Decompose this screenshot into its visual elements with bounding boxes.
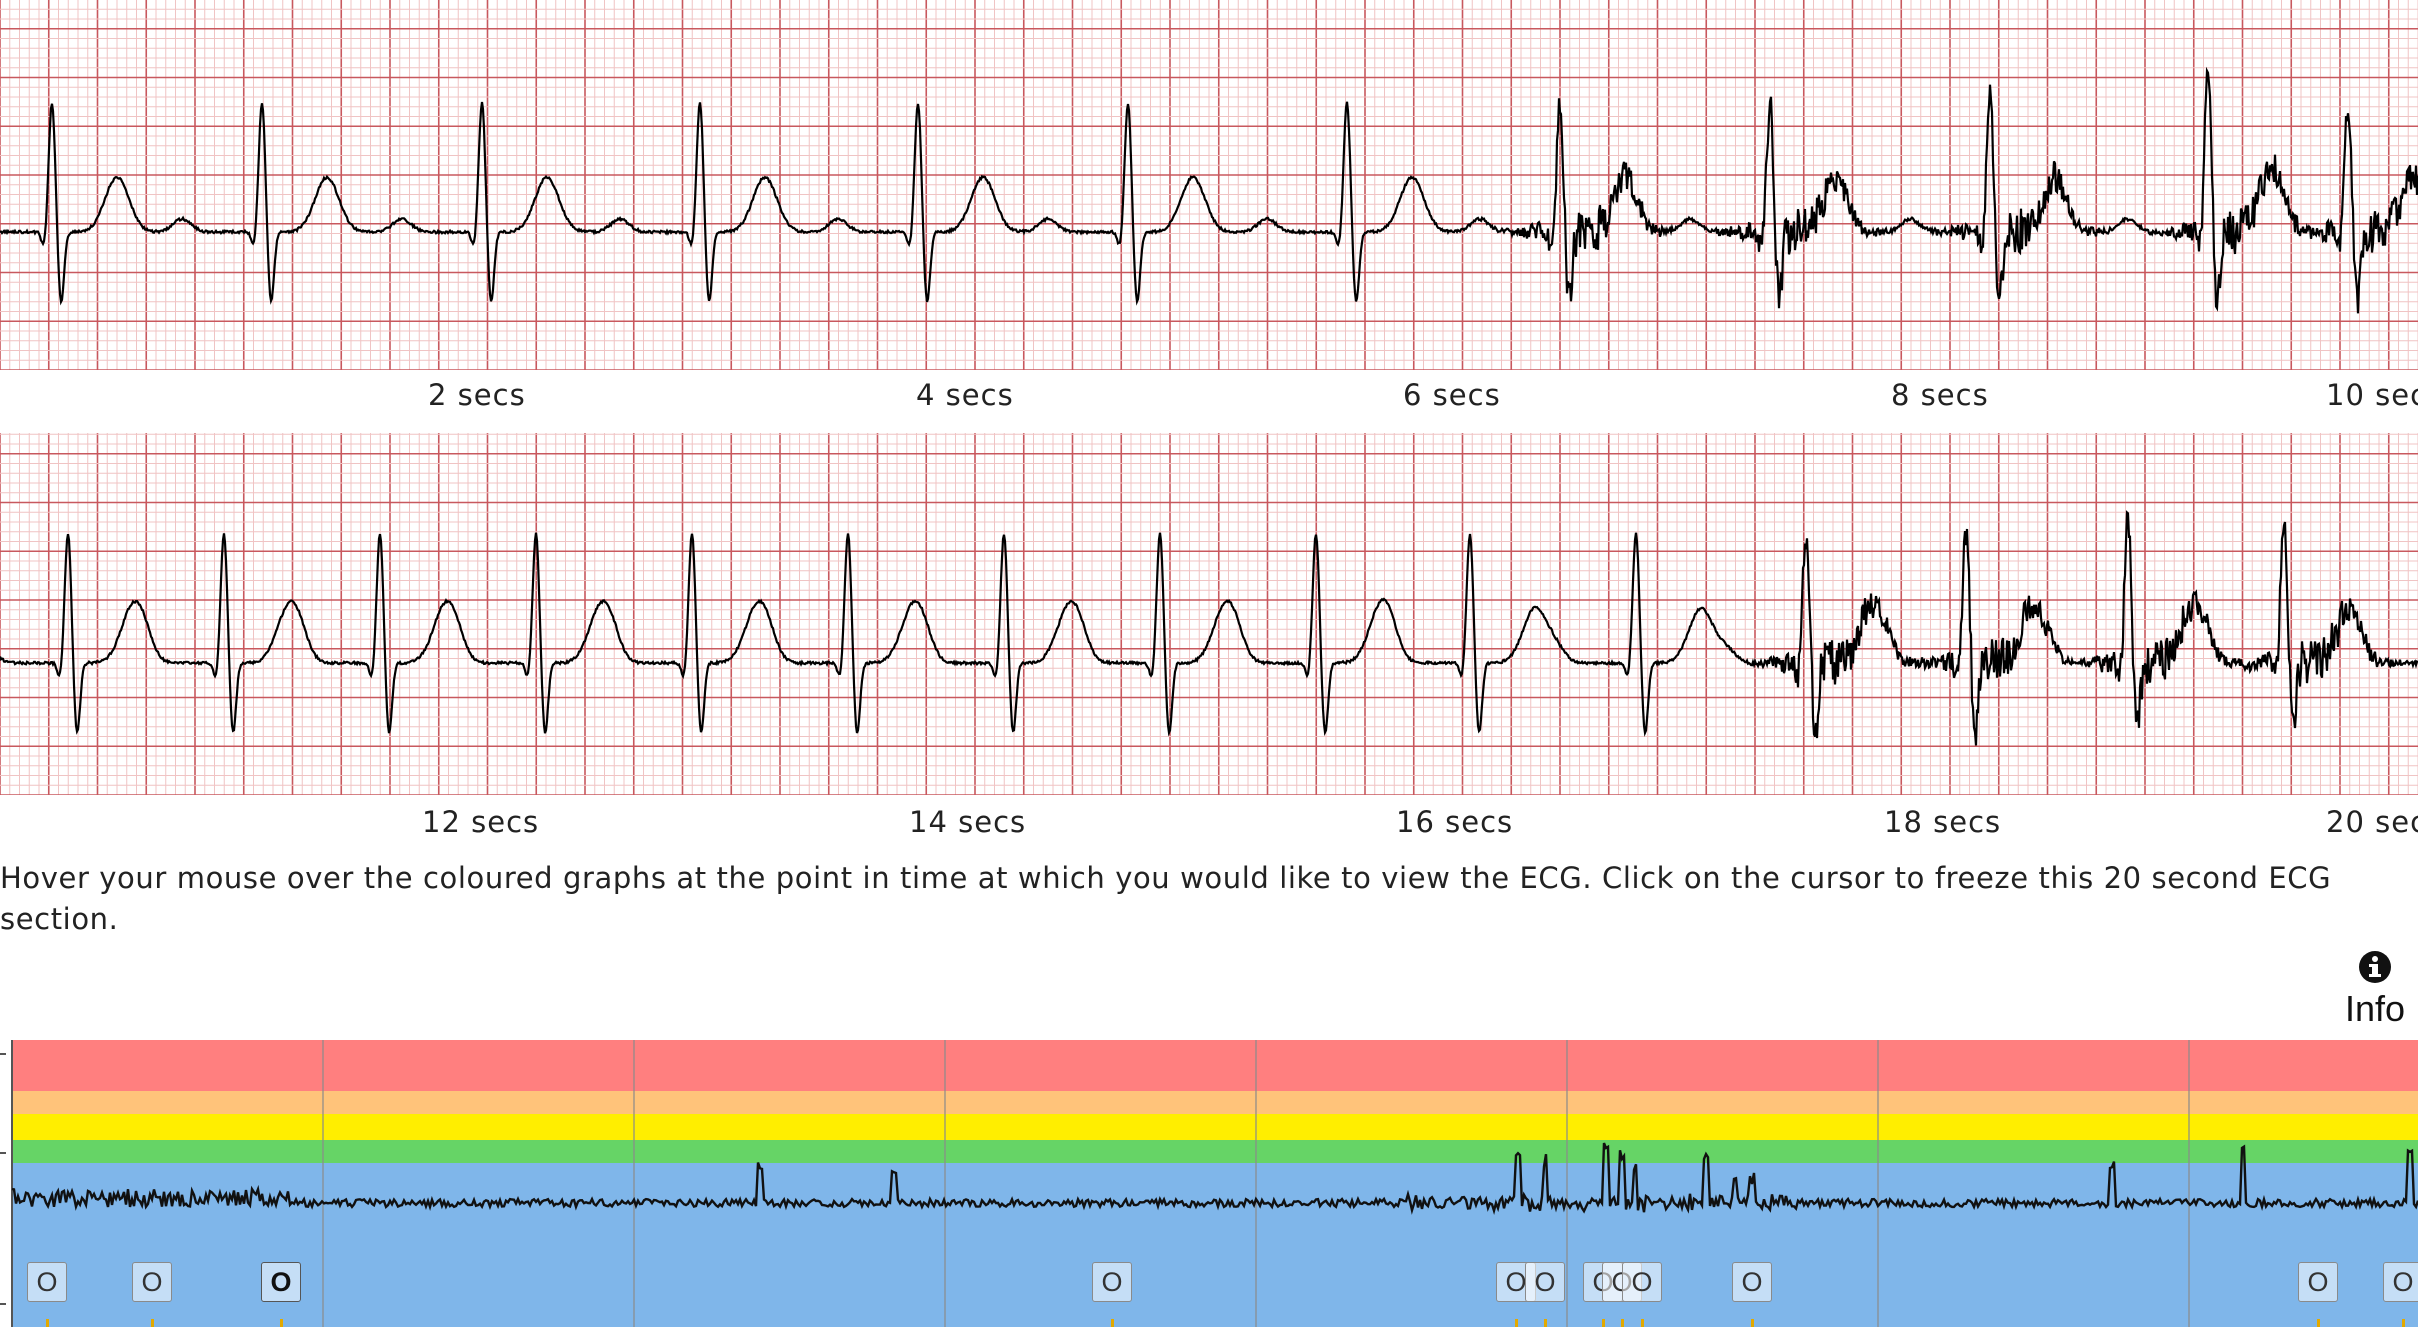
trend-marker[interactable]: O [2298,1262,2338,1302]
trend-band-yellow [12,1114,2418,1140]
time-label-16s: 16 secs [1396,805,1514,839]
trend-band-orange [12,1091,2418,1114]
trend-band-green [12,1140,2418,1163]
time-label-6s: 6 secs [1403,378,1501,412]
info-button[interactable]: Info [2335,950,2415,1030]
ecg-strip-1 [0,0,2418,370]
trend-marker-tick [1602,1319,1605,1327]
ecg-strip-2-graph [0,433,2418,795]
trend-marker-tick [1515,1319,1518,1327]
time-label-12s: 12 secs [422,805,540,839]
trend-marker-tick [1751,1319,1754,1327]
ecg-strip-2 [0,433,2418,795]
trend-marker-tick [46,1319,49,1327]
trend-graph-plot[interactable] [0,1040,2418,1327]
trend-marker[interactable]: O [1732,1262,1772,1302]
trend-graph[interactable]: OOOOOOOOOOOO [0,1040,2418,1327]
trend-marker-tick [151,1319,154,1327]
trend-marker[interactable]: O [2383,1262,2418,1302]
trend-marker[interactable]: O [27,1262,67,1302]
time-label-2s: 2 secs [428,378,526,412]
info-label: Info [2344,988,2406,1029]
time-label-20s: 20 secs [2326,805,2418,839]
trend-marker-tick [2402,1319,2405,1327]
time-label-8s: 8 secs [1891,378,1989,412]
trend-marker-tick [280,1319,283,1327]
trend-marker[interactable]: O [1525,1262,1565,1302]
trend-marker-tick [1641,1319,1644,1327]
instructions-text: Hover your mouse over the coloured graph… [0,861,2332,936]
info-circle-icon [2359,951,2391,983]
trend-marker-tick [1621,1319,1624,1327]
trend-band-blue [12,1163,2418,1327]
time-label-18s: 18 secs [1884,805,2002,839]
trend-marker[interactable]: O [132,1262,172,1302]
ecg-grid [0,433,2418,795]
time-label-10s: 10 secs [2326,378,2418,412]
trend-marker-tick [1111,1319,1114,1327]
trend-marker[interactable]: O [261,1262,301,1302]
trend-band-red [12,1040,2418,1091]
ecg-strip-1-graph [0,0,2418,370]
trend-marker-tick [1544,1319,1547,1327]
trend-marker[interactable]: O [1092,1262,1132,1302]
trend-marker-tick [2317,1319,2320,1327]
time-label-4s: 4 secs [916,378,1014,412]
trend-marker[interactable]: O [1622,1262,1662,1302]
time-label-14s: 14 secs [909,805,1027,839]
